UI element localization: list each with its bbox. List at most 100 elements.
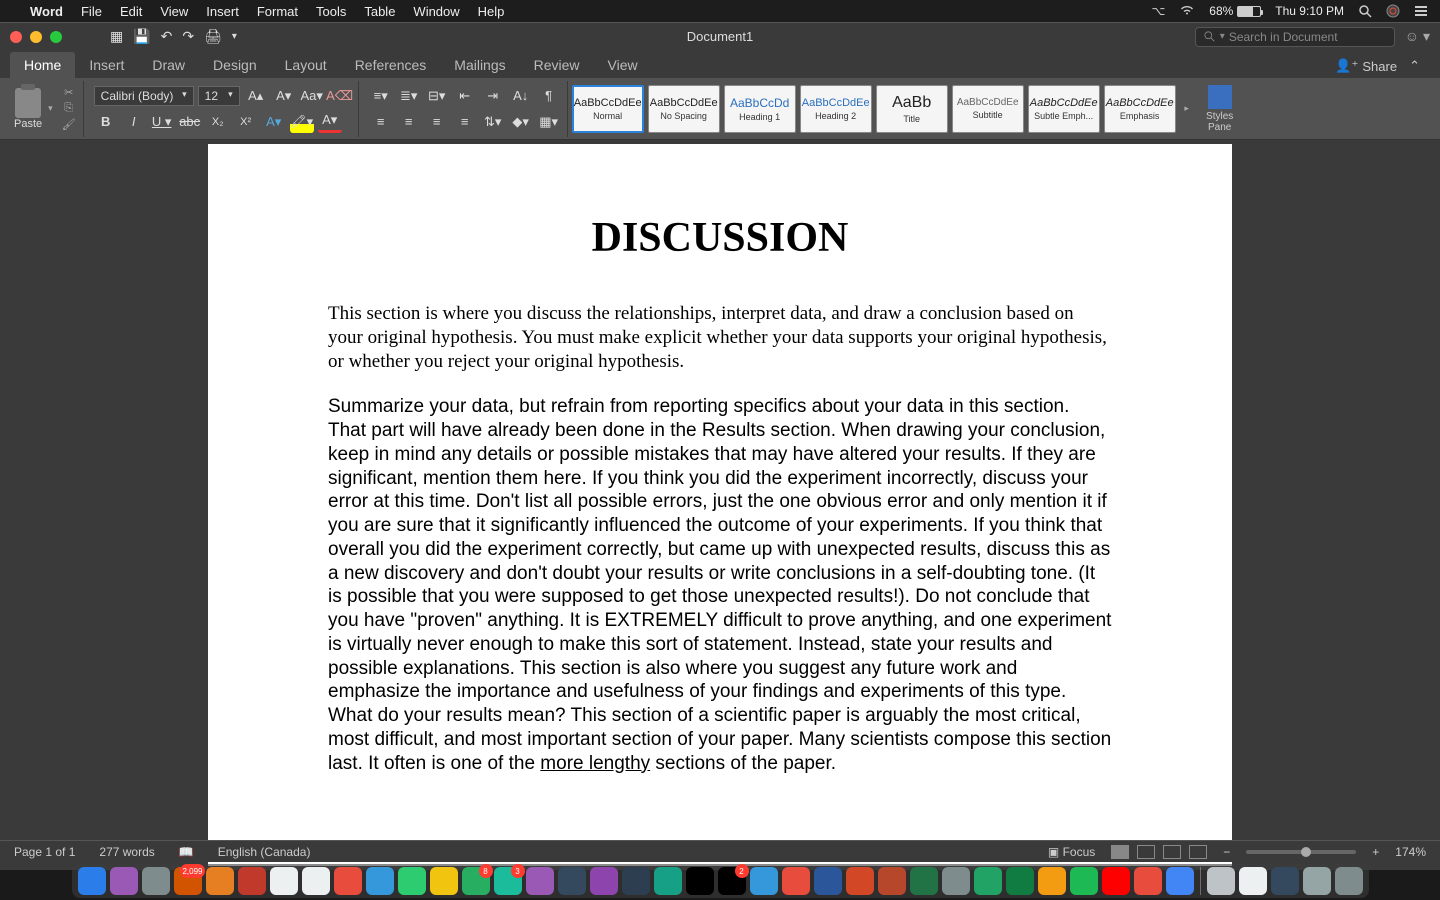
- increase-font-icon[interactable]: A▴: [244, 85, 268, 107]
- dock-app-12[interactable]: 8: [462, 867, 490, 895]
- dock-app-33[interactable]: [1134, 867, 1162, 895]
- dock-app-10[interactable]: [398, 867, 426, 895]
- close-window-button[interactable]: [10, 31, 22, 43]
- subscript-button[interactable]: X₂: [206, 111, 230, 133]
- zoom-out-button[interactable]: −: [1223, 845, 1230, 859]
- undo-icon[interactable]: ↶: [161, 28, 173, 45]
- dock-app-13[interactable]: 3: [494, 867, 522, 895]
- decrease-indent-icon[interactable]: ⇤: [453, 85, 477, 107]
- autosave-icon[interactable]: ▦: [110, 28, 123, 45]
- clear-formatting-icon[interactable]: A⌫: [328, 85, 352, 107]
- dock-app-29[interactable]: [1006, 867, 1034, 895]
- menu-help[interactable]: Help: [478, 4, 505, 19]
- dock-app-18[interactable]: [654, 867, 682, 895]
- wifi-icon[interactable]: [1179, 4, 1195, 19]
- paste-icon[interactable]: [15, 88, 41, 118]
- minimize-window-button[interactable]: [30, 31, 42, 43]
- tab-review[interactable]: Review: [520, 52, 594, 78]
- language-status[interactable]: English (Canada): [218, 845, 311, 859]
- fullscreen-window-button[interactable]: [50, 31, 62, 43]
- dock-right-0[interactable]: [1207, 867, 1235, 895]
- dock-app-25[interactable]: [878, 867, 906, 895]
- dock-right-4[interactable]: [1335, 867, 1363, 895]
- tab-home[interactable]: Home: [10, 52, 75, 78]
- dock-app-5[interactable]: [238, 867, 266, 895]
- tab-design[interactable]: Design: [199, 52, 271, 78]
- web-layout-view-icon[interactable]: [1137, 845, 1155, 859]
- style-tile-normal[interactable]: AaBbCcDdEeNormal: [572, 85, 644, 133]
- zoom-level[interactable]: 174%: [1395, 845, 1426, 859]
- font-size-select[interactable]: 12▾: [198, 86, 240, 106]
- menu-table[interactable]: Table: [364, 4, 395, 19]
- menu-window[interactable]: Window: [413, 4, 459, 19]
- dock-app-26[interactable]: [910, 867, 938, 895]
- dock-app-27[interactable]: [942, 867, 970, 895]
- change-case-icon[interactable]: Aa▾: [300, 85, 324, 107]
- dock-app-19[interactable]: [686, 867, 714, 895]
- more-lengthy-link[interactable]: more lengthy: [540, 753, 650, 774]
- style-tile-emphasis[interactable]: AaBbCcDdEeEmphasis: [1104, 85, 1176, 133]
- justify-icon[interactable]: ≡: [453, 111, 477, 133]
- menu-view[interactable]: View: [160, 4, 188, 19]
- increase-indent-icon[interactable]: ⇥: [481, 85, 505, 107]
- dock-app-17[interactable]: [622, 867, 650, 895]
- dock-app-32[interactable]: [1102, 867, 1130, 895]
- text-effects-icon[interactable]: A▾: [262, 111, 286, 133]
- customize-qat-icon[interactable]: ▾: [232, 31, 237, 42]
- tab-mailings[interactable]: Mailings: [440, 52, 519, 78]
- copy-icon[interactable]: ⎘: [61, 102, 77, 116]
- draft-view-icon[interactable]: [1189, 845, 1207, 859]
- dock-right-2[interactable]: [1271, 867, 1299, 895]
- dock-app-28[interactable]: [974, 867, 1002, 895]
- menu-file[interactable]: File: [81, 4, 102, 19]
- shading-icon[interactable]: ◆▾: [509, 111, 533, 133]
- feedback-icon[interactable]: ☺ ▾: [1405, 28, 1430, 45]
- font-color-icon[interactable]: A▾: [318, 111, 342, 133]
- format-painter-icon[interactable]: 🖌: [61, 118, 77, 132]
- zoom-slider[interactable]: [1246, 850, 1356, 854]
- dock-right-3[interactable]: [1303, 867, 1331, 895]
- document-canvas[interactable]: DISCUSSION This section is where you dis…: [0, 140, 1440, 870]
- control-center-icon[interactable]: [1414, 4, 1428, 18]
- dock-app-3[interactable]: 2,099: [174, 867, 202, 895]
- dock-app-23[interactable]: [814, 867, 842, 895]
- dock-app-20[interactable]: 2: [718, 867, 746, 895]
- menu-app-name[interactable]: Word: [30, 4, 63, 19]
- style-tile-subtle-emph-[interactable]: AaBbCcDdEeSubtle Emph...: [1028, 85, 1100, 133]
- dock-app-31[interactable]: [1070, 867, 1098, 895]
- focus-mode-button[interactable]: ▣ Focus: [1048, 845, 1095, 859]
- multilevel-list-icon[interactable]: ⊟▾: [425, 85, 449, 107]
- dock-right-1[interactable]: [1239, 867, 1267, 895]
- dock-app-14[interactable]: [526, 867, 554, 895]
- page-number-status[interactable]: Page 1 of 1: [14, 845, 75, 859]
- style-tile-heading-1[interactable]: AaBbCcDdHeading 1: [724, 85, 796, 133]
- style-tile-title[interactable]: AaBbTitle: [876, 85, 948, 133]
- share-button[interactable]: 👤⁺ Share ⌃: [1325, 54, 1430, 78]
- dock-app-9[interactable]: [366, 867, 394, 895]
- dock-app-34[interactable]: [1166, 867, 1194, 895]
- zoom-in-button[interactable]: +: [1372, 845, 1379, 859]
- style-tile-subtitle[interactable]: AaBbCcDdEeSubtitle: [952, 85, 1024, 133]
- numbering-icon[interactable]: ≣▾: [397, 85, 421, 107]
- dock-app-24[interactable]: [846, 867, 874, 895]
- align-left-icon[interactable]: ≡: [369, 111, 393, 133]
- spell-check-status-icon[interactable]: 📖: [179, 845, 194, 859]
- dock-app-4[interactable]: [206, 867, 234, 895]
- paste-button[interactable]: Paste: [14, 118, 42, 130]
- dock-app-15[interactable]: [558, 867, 586, 895]
- print-icon[interactable]: 🖨: [204, 28, 222, 45]
- align-right-icon[interactable]: ≡: [425, 111, 449, 133]
- dock-app-6[interactable]: [270, 867, 298, 895]
- document-heading[interactable]: DISCUSSION: [328, 214, 1112, 262]
- dock-app-16[interactable]: [590, 867, 618, 895]
- bold-button[interactable]: B: [94, 111, 118, 133]
- cut-icon[interactable]: ✂: [61, 86, 77, 100]
- word-count-status[interactable]: 277 words: [99, 845, 154, 859]
- siri-icon[interactable]: [1386, 4, 1400, 18]
- document-page[interactable]: DISCUSSION This section is where you dis…: [208, 144, 1232, 866]
- bluetooth-icon[interactable]: ⌥: [1151, 4, 1165, 18]
- tab-layout[interactable]: Layout: [271, 52, 341, 78]
- dock-app-21[interactable]: [750, 867, 778, 895]
- line-spacing-icon[interactable]: ⇅▾: [481, 111, 505, 133]
- tab-draw[interactable]: Draw: [138, 52, 199, 78]
